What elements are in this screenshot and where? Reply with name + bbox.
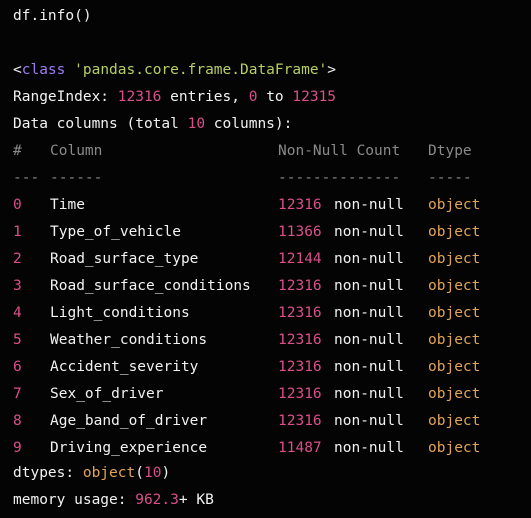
row-count: 11487 [278,440,322,456]
row-index: 6 [13,359,22,375]
row-column-name: Light_conditions [50,305,190,321]
row-non-null: non-null [334,197,404,213]
row-dtype: object [428,359,481,375]
row-count: 12316 [278,359,322,375]
row-non-null: non-null [334,251,404,267]
row-non-null: non-null [334,413,404,429]
row-count: 12316 [278,332,322,348]
row-non-null: non-null [334,224,404,240]
memory-value: 962.3 [135,492,179,508]
row-count: 12316 [278,197,322,213]
row-column-name: Type_of_vehicle [50,224,181,240]
memory-label: memory usage: [13,492,136,508]
range-count: 12316 [117,89,162,105]
data-columns-line: Data columns (total 10 columns): [13,115,292,133]
row-index: 8 [13,413,22,429]
row-dtype: object [428,197,481,213]
row-column-name: Road_surface_conditions [50,278,251,294]
row-column-name: Age_band_of_driver [50,413,208,429]
class-close: > [327,62,337,78]
separator-index: --- [13,170,40,186]
row-index: 5 [13,332,22,348]
row-dtype: object [428,251,481,267]
row-non-null: non-null [334,359,404,375]
row-dtype: object [428,440,481,456]
row-column-name: Sex_of_driver [50,386,164,402]
row-dtype: object [428,224,481,240]
row-column-name: Driving_experience [50,440,208,456]
row-non-null: non-null [334,440,404,456]
header-column: Column [50,143,103,159]
row-column-name: Accident_severity [50,359,199,375]
class-keyword: class [21,62,66,78]
dtypes-open: ( [135,465,144,481]
row-column-name: Time [50,197,85,213]
separator-dtype: ----- [428,170,472,186]
row-non-null: non-null [334,305,404,321]
row-non-null: non-null [334,332,404,348]
range-index-line: RangeIndex: 12316 entries, 0 to 12315 [13,88,336,106]
header-dtype: Dtype [428,143,472,159]
dtypes-count: 10 [143,465,162,481]
range-to: to [257,89,293,105]
row-count: 11366 [278,224,322,240]
row-index: 1 [13,224,22,240]
memory-unit: + KB [178,492,214,508]
row-dtype: object [428,278,481,294]
dtypes-line: dtypes: object(10) [13,464,170,482]
row-index: 0 [13,197,22,213]
class-open: < [13,62,22,78]
row-index: 2 [13,251,22,267]
row-dtype: object [428,332,481,348]
row-index: 4 [13,305,22,321]
header-count: Non-Null Count [278,143,401,159]
header-index: # [13,143,22,159]
dtypes-label: dtypes: [13,465,83,481]
row-index: 3 [13,278,22,294]
code-input-line: df.info() [13,8,92,24]
row-dtype: object [428,386,481,402]
memory-usage-line: memory usage: 962.3+ KB [13,491,214,509]
row-dtype: object [428,305,481,321]
row-count: 12316 [278,278,322,294]
columns-total: 10 [187,116,206,132]
dtypes-close: ) [161,465,171,481]
dtypes-type: object [82,465,136,481]
row-column-name: Road_surface_type [50,251,199,267]
row-count: 12316 [278,305,322,321]
row-dtype: object [428,413,481,429]
class-line: <class 'pandas.core.frame.DataFrame'> [13,61,336,79]
terminal-output: df.info() <class 'pandas.core.frame.Data… [0,0,531,518]
columns-prefix: Data columns (total [13,116,188,132]
range-label: RangeIndex: [13,89,118,105]
row-non-null: non-null [334,278,404,294]
row-count: 12144 [278,251,322,267]
row-index: 7 [13,386,22,402]
range-end: 12315 [292,89,337,105]
separator-column: ------ [50,170,103,186]
row-count: 12316 [278,386,322,402]
class-name: 'pandas.core.frame.DataFrame' [74,62,328,78]
row-column-name: Weather_conditions [50,332,208,348]
row-index: 9 [13,440,22,456]
columns-suffix: columns): [205,116,293,132]
row-count: 12316 [278,413,322,429]
separator-count: -------------- [278,170,401,186]
range-mid: entries, [161,89,249,105]
row-non-null: non-null [334,386,404,402]
